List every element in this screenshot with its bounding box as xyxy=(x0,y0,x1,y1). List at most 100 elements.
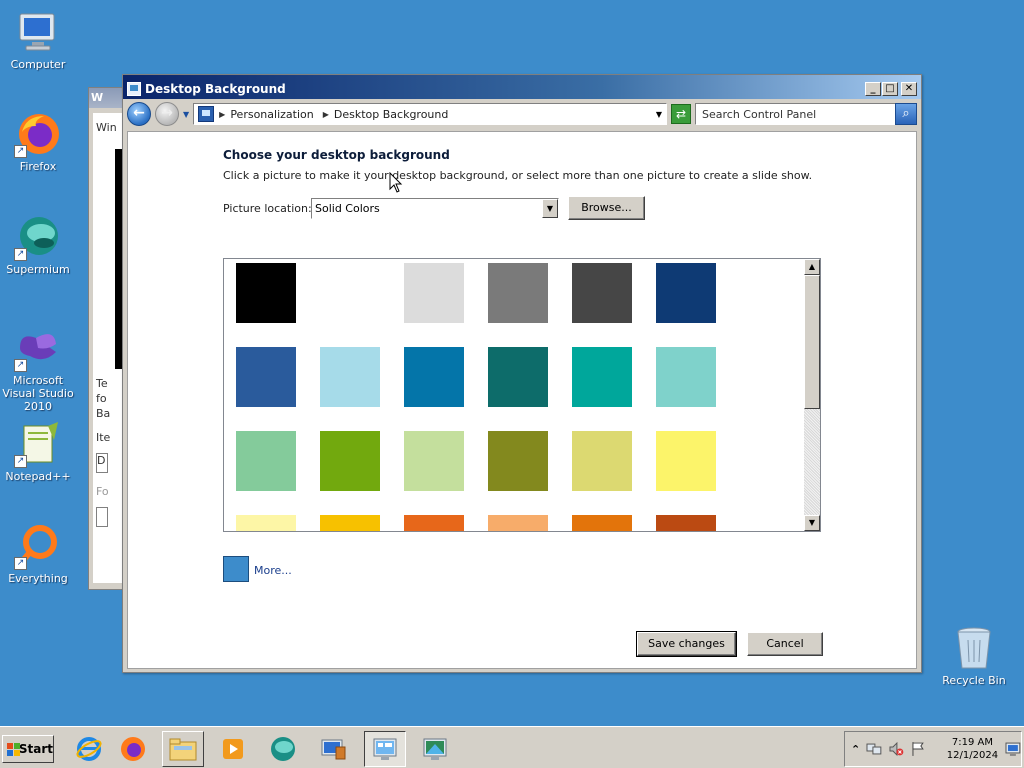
clock[interactable]: 7:19 AM 12/1/2024 xyxy=(946,736,999,762)
more-color-swatch[interactable] xyxy=(223,556,249,582)
shortcut-arrow-icon: ↗ xyxy=(14,359,27,372)
more-colors-link[interactable]: More... xyxy=(254,564,292,577)
color-swatch[interactable] xyxy=(404,263,464,323)
desktop-icon-label: Notepad++ xyxy=(5,470,71,483)
color-swatch[interactable] xyxy=(236,431,296,491)
recycle-bin-icon xyxy=(950,624,998,672)
scrollbar-thumb[interactable] xyxy=(804,275,820,409)
color-swatch[interactable] xyxy=(404,347,464,407)
refresh-button[interactable]: ⇄ xyxy=(671,104,691,124)
desktop-icon-recycle-bin[interactable]: Recycle Bin xyxy=(936,624,1012,687)
desktop-icon-label: Supermium xyxy=(6,263,70,276)
taskbar: Start ⌃ 7:19 AM 12/1/2024 xyxy=(0,726,1024,768)
browse-button[interactable]: Browse... xyxy=(568,196,645,220)
cancel-button[interactable]: Cancel xyxy=(747,632,823,656)
desktop-icon-notepadpp[interactable]: ↗ Notepad++ xyxy=(0,420,76,483)
show-hidden-icons-chevron-up-icon[interactable]: ⌃ xyxy=(851,743,860,756)
breadcrumb-arrow-icon[interactable]: ▶ xyxy=(323,110,329,119)
color-swatch[interactable] xyxy=(572,347,632,407)
clock-time: 7:19 AM xyxy=(951,737,993,748)
desktop-icon-label: Recycle Bin xyxy=(942,674,1006,687)
search-input[interactable]: Search Control Panel ⌕ xyxy=(695,103,917,125)
close-button[interactable]: ✕ xyxy=(901,81,917,96)
scroll-down-arrow-icon[interactable]: ▼ xyxy=(804,515,820,531)
desktop-icon-label: Microsoft Visual Studio 2010 xyxy=(2,374,74,413)
color-swatch[interactable] xyxy=(320,347,380,407)
taskbar-remote-desktop[interactable] xyxy=(414,731,456,767)
address-dropdown-chevron-down-icon[interactable]: ▼ xyxy=(656,110,662,119)
firefox-icon: ↗ xyxy=(14,110,62,158)
search-placeholder: Search Control Panel xyxy=(702,107,817,121)
server-manager-icon xyxy=(321,739,346,760)
taskbar-internet-explorer[interactable] xyxy=(68,731,110,767)
system-tray: ⌃ 7:19 AM 12/1/2024 xyxy=(844,731,1022,767)
color-swatch[interactable] xyxy=(236,263,296,323)
color-swatch[interactable] xyxy=(488,515,548,531)
taskbar-server-manager[interactable] xyxy=(312,731,354,767)
breadcrumb-personalization[interactable]: Personalization xyxy=(230,108,313,121)
taskbar-supermium[interactable] xyxy=(262,731,304,767)
taskbar-firefox[interactable] xyxy=(112,731,154,767)
taskbar-media-player[interactable] xyxy=(212,731,254,767)
color-swatch[interactable] xyxy=(572,431,632,491)
breadcrumb-arrow-icon[interactable]: ▶ xyxy=(219,110,225,119)
search-icon[interactable]: ⌕ xyxy=(895,103,917,125)
color-swatch[interactable] xyxy=(320,515,380,531)
color-swatch[interactable] xyxy=(320,263,380,323)
swatch-grid xyxy=(236,263,806,531)
media-player-icon xyxy=(223,739,243,759)
title-bar[interactable]: Desktop Background _ □ ✕ xyxy=(123,75,921,99)
color-swatch[interactable] xyxy=(488,431,548,491)
color-swatch[interactable] xyxy=(404,431,464,491)
taskbar-file-explorer[interactable] xyxy=(162,731,204,767)
color-swatch[interactable] xyxy=(488,263,548,323)
network-icon[interactable] xyxy=(866,741,882,757)
taskbar-control-panel[interactable] xyxy=(364,731,406,767)
desktop-icon-computer[interactable]: Computer xyxy=(0,8,76,71)
color-swatch[interactable] xyxy=(320,431,380,491)
forward-button[interactable]: → xyxy=(155,102,179,126)
color-swatch[interactable] xyxy=(572,515,632,531)
desktop-icon-visual-studio[interactable]: ↗ Microsoft Visual Studio 2010 xyxy=(0,324,76,413)
maximize-button[interactable]: □ xyxy=(882,81,898,96)
chevron-down-icon[interactable]: ▼ xyxy=(542,199,558,218)
desktop-icon-label: Firefox xyxy=(19,160,57,173)
breadcrumb-desktop-background[interactable]: Desktop Background xyxy=(334,108,449,121)
recent-pages-chevron-down-icon[interactable]: ▼ xyxy=(183,110,189,119)
shortcut-arrow-icon: ↗ xyxy=(14,455,27,468)
desktop-icon-label: Computer xyxy=(10,58,66,71)
color-swatch[interactable] xyxy=(404,515,464,531)
start-button[interactable]: Start xyxy=(2,735,54,763)
everything-search-icon: ↗ xyxy=(14,522,62,570)
color-swatch[interactable] xyxy=(656,347,716,407)
save-changes-button[interactable]: Save changes xyxy=(636,631,737,657)
color-swatch[interactable] xyxy=(656,431,716,491)
picture-location-select[interactable]: Solid Colors ▼ xyxy=(311,198,559,219)
page-description: Click a picture to make it your desktop … xyxy=(223,169,813,182)
color-swatch[interactable] xyxy=(236,347,296,407)
color-swatch[interactable] xyxy=(656,263,716,323)
color-swatch-list: ▲ ▼ xyxy=(223,258,821,532)
desktop-icon-supermium[interactable]: ↗ Supermium xyxy=(0,213,76,276)
windows-logo-icon xyxy=(7,742,20,756)
desktop-background-window[interactable]: Desktop Background _ □ ✕ ← → ▼ ▶ Persona… xyxy=(122,74,922,673)
back-button[interactable]: ← xyxy=(127,102,151,126)
desktop-icon-firefox[interactable]: ↗ Firefox xyxy=(0,110,76,173)
control-panel-icon xyxy=(127,81,141,96)
show-desktop-icon[interactable] xyxy=(1005,741,1021,757)
color-swatch[interactable] xyxy=(236,515,296,531)
notepadpp-icon: ↗ xyxy=(14,420,62,468)
color-swatch[interactable] xyxy=(656,515,716,531)
address-bar[interactable]: ▶ Personalization ▶ Desktop Background ▼ xyxy=(193,103,667,125)
computer-icon xyxy=(14,8,62,56)
shortcut-arrow-icon: ↗ xyxy=(14,145,27,158)
scroll-up-arrow-icon[interactable]: ▲ xyxy=(804,259,820,275)
shortcut-arrow-icon: ↗ xyxy=(14,248,27,261)
minimize-button[interactable]: _ xyxy=(865,81,881,96)
volume-muted-icon[interactable] xyxy=(888,741,904,757)
color-swatch[interactable] xyxy=(572,263,632,323)
color-swatch[interactable] xyxy=(488,347,548,407)
vertical-scrollbar[interactable]: ▲ ▼ xyxy=(804,259,820,531)
action-center-flag-icon[interactable] xyxy=(910,741,926,757)
desktop-icon-everything[interactable]: ↗ Everything xyxy=(0,522,76,585)
